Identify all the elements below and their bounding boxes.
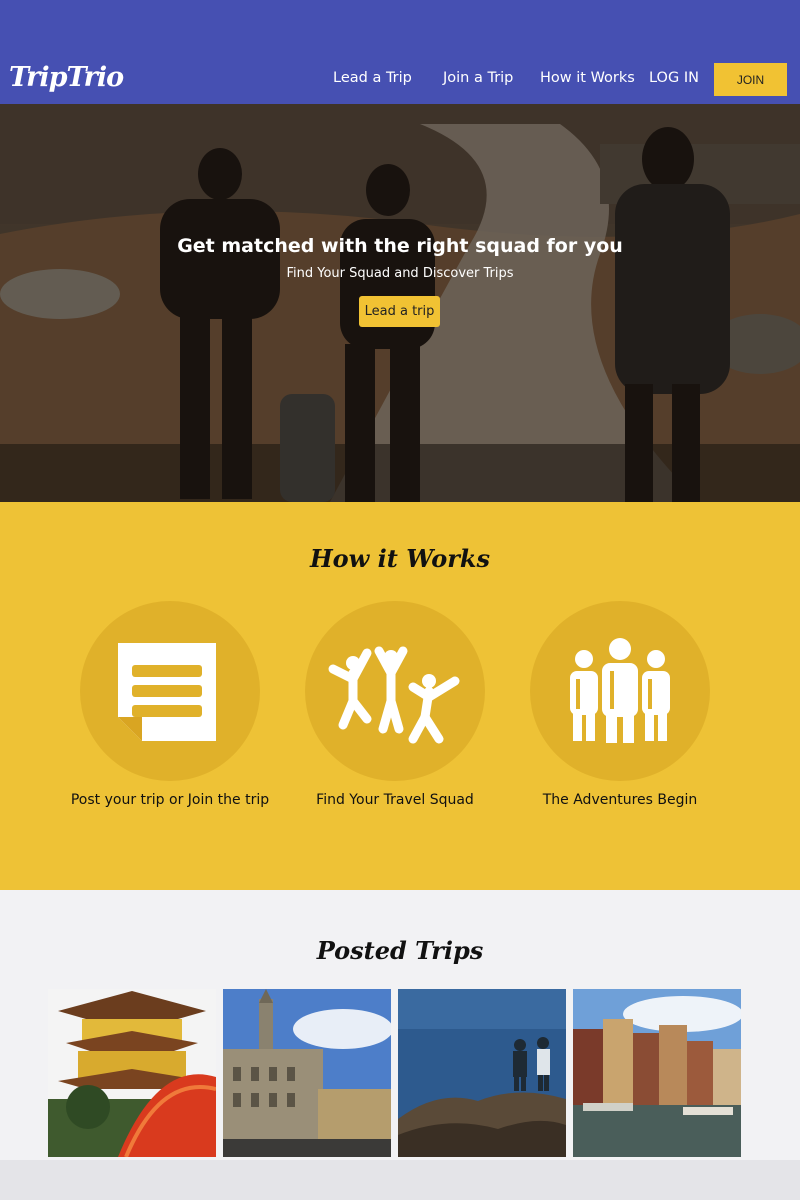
hero-title: Get matched with the right squad for you (177, 235, 623, 257)
step-3-label: The Adventures Begin (542, 792, 698, 808)
step-3-circle (530, 601, 710, 781)
step-1-label: Post your trip or Join the trip (70, 792, 270, 808)
step-1-circle (80, 601, 260, 781)
seaside-rocks-photo (398, 989, 566, 1157)
posted-trips-section: Posted Trips (0, 890, 800, 1160)
trip-card-grand-place[interactable] (223, 989, 391, 1157)
document-icon (118, 643, 216, 741)
jumping-people-icon (328, 646, 460, 744)
trip-card-pagoda[interactable] (48, 989, 216, 1157)
posted-trips-title: Posted Trips (316, 936, 484, 965)
step-2-label: Find Your Travel Squad (316, 792, 474, 808)
how-it-works-title: How it Works (309, 544, 491, 573)
step-2-circle (305, 601, 485, 781)
hero-banner: Get matched with the right squad for you… (0, 104, 800, 502)
join-button[interactable]: JOIN (714, 63, 787, 96)
trip-card-seaside[interactable] (398, 989, 566, 1157)
nav-join-trip[interactable]: Join a Trip (443, 70, 513, 86)
page-footer-strip (0, 1160, 800, 1200)
nav-login[interactable]: LOG IN (649, 70, 699, 86)
pagoda-photo (48, 989, 216, 1157)
how-it-works-section: How it Works Post your trip or Join the … (0, 502, 800, 890)
canal-city-photo (573, 989, 741, 1157)
trip-card-canal-city[interactable] (573, 989, 741, 1157)
nav-lead-trip[interactable]: Lead a Trip (333, 70, 412, 86)
nav-how-it-works[interactable]: How it Works (540, 70, 635, 86)
hero-subtitle: Find Your Squad and Discover Trips (286, 266, 514, 281)
site-logo[interactable]: TripTrio (9, 62, 124, 93)
lead-trip-cta-button[interactable]: Lead a trip (359, 296, 440, 327)
grand-place-photo (223, 989, 391, 1157)
hikers-icon (570, 638, 670, 743)
